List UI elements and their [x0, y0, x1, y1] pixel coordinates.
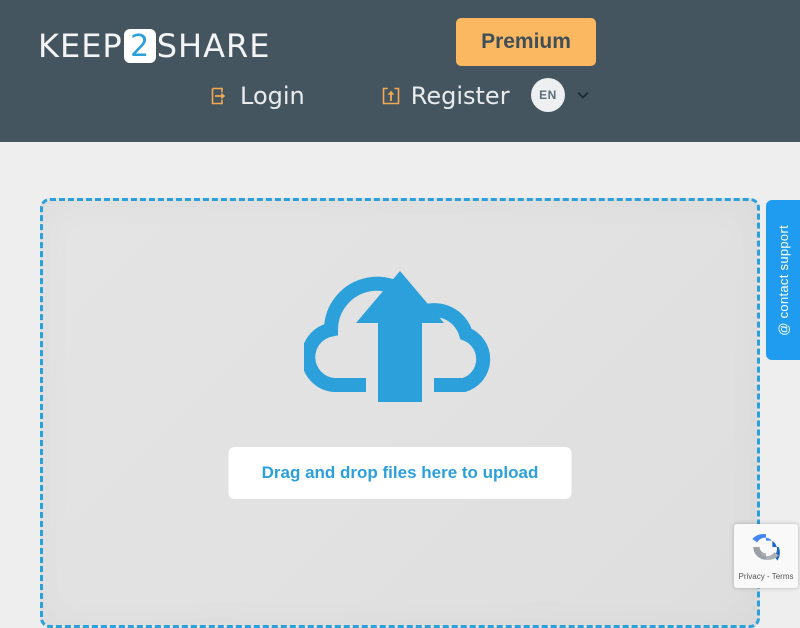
- contact-support-tab[interactable]: @ contact support: [766, 200, 800, 360]
- sign-up-icon: [381, 86, 401, 106]
- main-navigation: Login Register: [210, 78, 510, 114]
- premium-button[interactable]: Premium: [456, 18, 596, 66]
- chevron-down-icon: [576, 88, 590, 102]
- nav-label-register: Register: [410, 82, 510, 110]
- language-selector[interactable]: EN: [531, 78, 590, 112]
- nav-item-register[interactable]: Register: [381, 82, 510, 110]
- cloud-upload-icon-wrap: [43, 257, 757, 407]
- site-header: KEEP 2 SHARE Premium Login Register EN: [0, 0, 800, 142]
- recaptcha-privacy-terms[interactable]: Privacy - Terms: [734, 572, 798, 581]
- language-code: EN: [531, 78, 565, 112]
- logo-text-keep: KEEP: [38, 27, 123, 65]
- file-dropzone[interactable]: Drag and drop files here to upload: [40, 198, 760, 628]
- recaptcha-logo: [749, 530, 783, 564]
- nav-label-login: Login: [240, 82, 305, 110]
- sign-in-icon: [210, 86, 230, 106]
- drag-and-drop-upload-button[interactable]: Drag and drop files here to upload: [228, 447, 572, 499]
- nav-item-login[interactable]: Login: [210, 82, 305, 110]
- site-logo[interactable]: KEEP 2 SHARE: [38, 27, 270, 65]
- logo-badge-two: 2: [123, 29, 156, 64]
- logo-text-share: SHARE: [156, 27, 271, 65]
- cloud-upload-icon: [301, 257, 496, 407]
- recaptcha-badge: Privacy - Terms: [734, 524, 798, 588]
- contact-support-label: @ contact support: [775, 224, 791, 336]
